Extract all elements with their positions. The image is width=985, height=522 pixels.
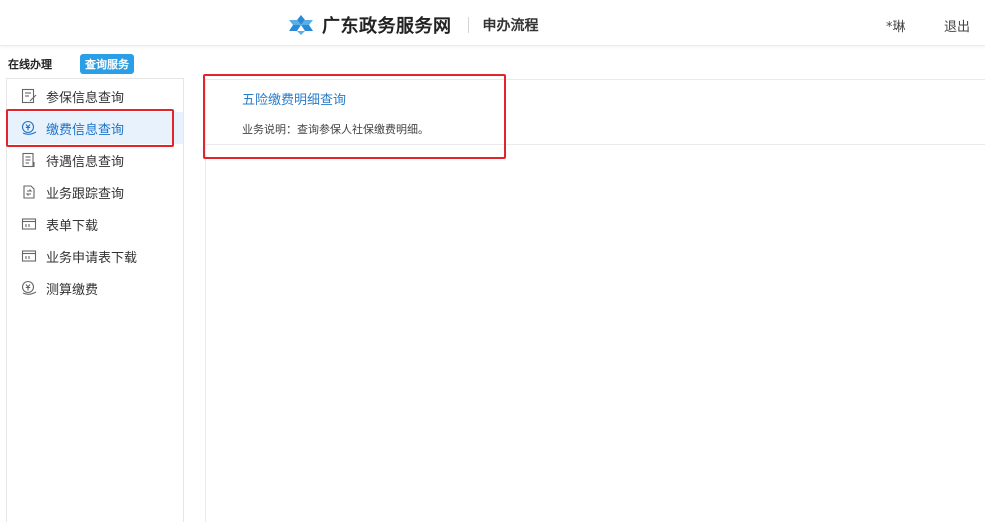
sidebar-item-label: 表单下载 [46,218,99,234]
sidebar-item-label: 待遇信息查询 [46,154,125,170]
logout-link[interactable]: 退出 [944,16,970,35]
sidebar-item-label: 缴费信息查询 [46,122,125,138]
highlight-box-content [203,74,506,159]
section-title: 申办流程 [482,18,539,34]
edit-doc-icon [21,88,37,104]
sidebar-item-label: 测算缴费 [46,282,99,298]
form-icon [21,216,37,232]
brand-divider [467,17,469,33]
user-name[interactable]: *琳 [886,16,906,35]
online-service-label[interactable]: 在线办理 [8,56,52,72]
sidebar-item-application-download[interactable]: 业务申请表下载 [7,240,183,272]
sidebar-item-label: 业务申请表下载 [46,250,138,266]
service-description: 业务说明：查询参保人社保缴费明细。 [242,123,429,136]
sidebar-item-payment-info[interactable]: 缴费信息查询 [7,112,183,144]
sidebar-menu: 参保信息查询 缴费信息查询 待遇信息查询 业务跟踪查询 表单下载 业务申请表下载… [6,78,184,522]
content-left-border [205,79,206,522]
doc-list-icon [21,152,37,168]
brand[interactable]: 广东政务服务网 申办流程 [288,12,539,38]
site-logo-icon [288,14,314,36]
top-header: 广东政务服务网 申办流程 *琳 退出 [0,0,985,46]
sidebar-item-business-tracking[interactable]: 业务跟踪查询 [7,176,183,208]
payment-icon [21,280,37,296]
sidebar-item-benefit-info[interactable]: 待遇信息查询 [7,144,183,176]
sidebar-item-form-download[interactable]: 表单下载 [7,208,183,240]
form-icon [21,248,37,264]
sidebar-item-insured-info[interactable]: 参保信息查询 [7,80,183,112]
payment-icon [21,120,37,136]
query-service-tab[interactable]: 查询服务 [80,54,134,74]
sidebar-item-payment-calculation[interactable]: 测算缴费 [7,272,183,304]
content-top-border [205,79,985,80]
tracking-icon [21,184,37,200]
sidebar-item-label: 参保信息查询 [46,90,125,106]
sidebar-item-label: 业务跟踪查询 [46,186,125,202]
sub-nav: 在线办理 查询服务 [8,54,134,74]
site-name: 广东政务服务网 [322,16,452,37]
content-row-divider [205,144,985,145]
service-link-five-insurance-payment[interactable]: 五险缴费明细查询 [242,89,346,108]
